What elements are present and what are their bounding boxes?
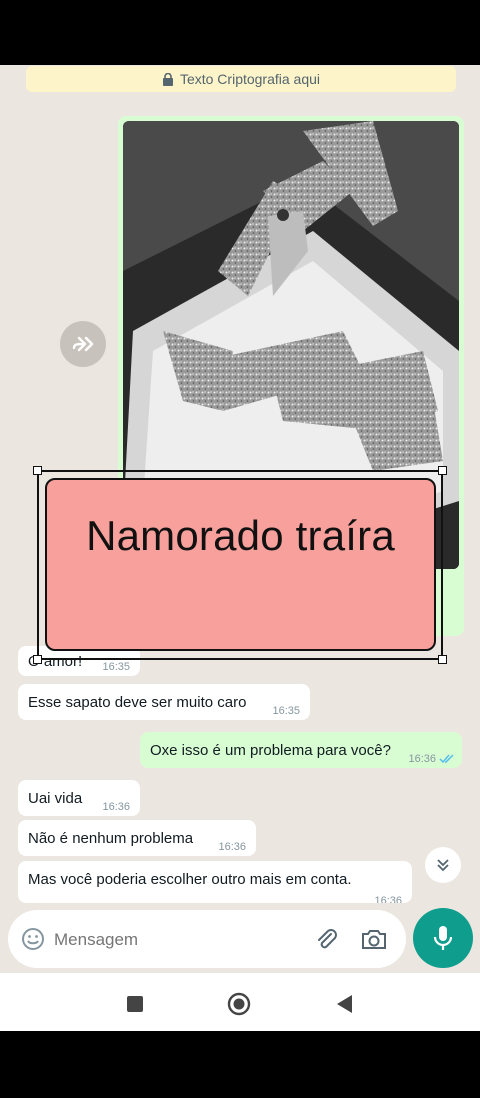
voice-message-button[interactable] bbox=[413, 908, 473, 968]
attach-icon[interactable] bbox=[313, 926, 339, 952]
system-navigation-bar bbox=[0, 973, 480, 1031]
double-chevron-down-icon bbox=[437, 859, 449, 872]
scroll-to-bottom-button[interactable] bbox=[425, 847, 461, 883]
message-bubble-in[interactable]: Mas você poderia escolher outro mais em … bbox=[18, 861, 412, 903]
overlay-caption: Namorado traíra bbox=[86, 512, 395, 559]
text-overlay-box[interactable]: Namorado traíra bbox=[45, 478, 436, 651]
message-text: Não é nenhum problema bbox=[28, 829, 194, 847]
message-input[interactable] bbox=[52, 926, 296, 954]
resize-handle-bottom-left[interactable] bbox=[33, 655, 42, 664]
message-text: Oxe isso é um problema para você? bbox=[150, 741, 391, 759]
resize-handle-top-left[interactable] bbox=[33, 466, 42, 475]
message-bubble-out[interactable]: Oxe isso é um problema para você? 16:36 bbox=[140, 732, 462, 768]
message-time: 16:36 bbox=[102, 801, 130, 813]
emoji-icon[interactable] bbox=[21, 927, 45, 951]
resize-handle-top-right[interactable] bbox=[438, 466, 447, 475]
lock-icon bbox=[162, 72, 173, 86]
message-text: Esse sapato deve ser muito caro bbox=[28, 693, 247, 711]
message-bubble-in[interactable]: Uai vida 16:36 bbox=[18, 780, 140, 816]
resize-handle-bottom-right[interactable] bbox=[438, 655, 447, 664]
message-time: 16:36 bbox=[218, 841, 246, 853]
message-composer[interactable] bbox=[8, 910, 406, 968]
message-text: Mas você poderia escolher outro mais em … bbox=[28, 871, 352, 888]
microphone-icon bbox=[433, 926, 453, 950]
encryption-banner[interactable]: Texto Criptografia aqui bbox=[26, 66, 456, 92]
message-time: 16:36 bbox=[408, 753, 436, 765]
encryption-banner-text: Texto Criptografia aqui bbox=[179, 71, 321, 87]
camera-icon[interactable] bbox=[360, 926, 388, 952]
message-time: 16:35 bbox=[102, 661, 130, 673]
recent-apps-icon[interactable] bbox=[126, 995, 144, 1013]
forward-button[interactable] bbox=[60, 321, 106, 367]
home-icon[interactable] bbox=[227, 992, 251, 1016]
forward-icon bbox=[72, 336, 94, 352]
message-time: 16:35 bbox=[272, 705, 300, 717]
message-bubble-in[interactable]: Esse sapato deve ser muito caro 16:35 bbox=[18, 684, 310, 720]
message-time: 16:36 bbox=[374, 895, 402, 903]
message-text: Uai vida bbox=[28, 789, 83, 807]
back-icon[interactable] bbox=[335, 994, 353, 1014]
read-ticks-icon bbox=[439, 754, 454, 764]
message-bubble-in[interactable]: Não é nenhum problema 16:36 bbox=[18, 820, 256, 856]
